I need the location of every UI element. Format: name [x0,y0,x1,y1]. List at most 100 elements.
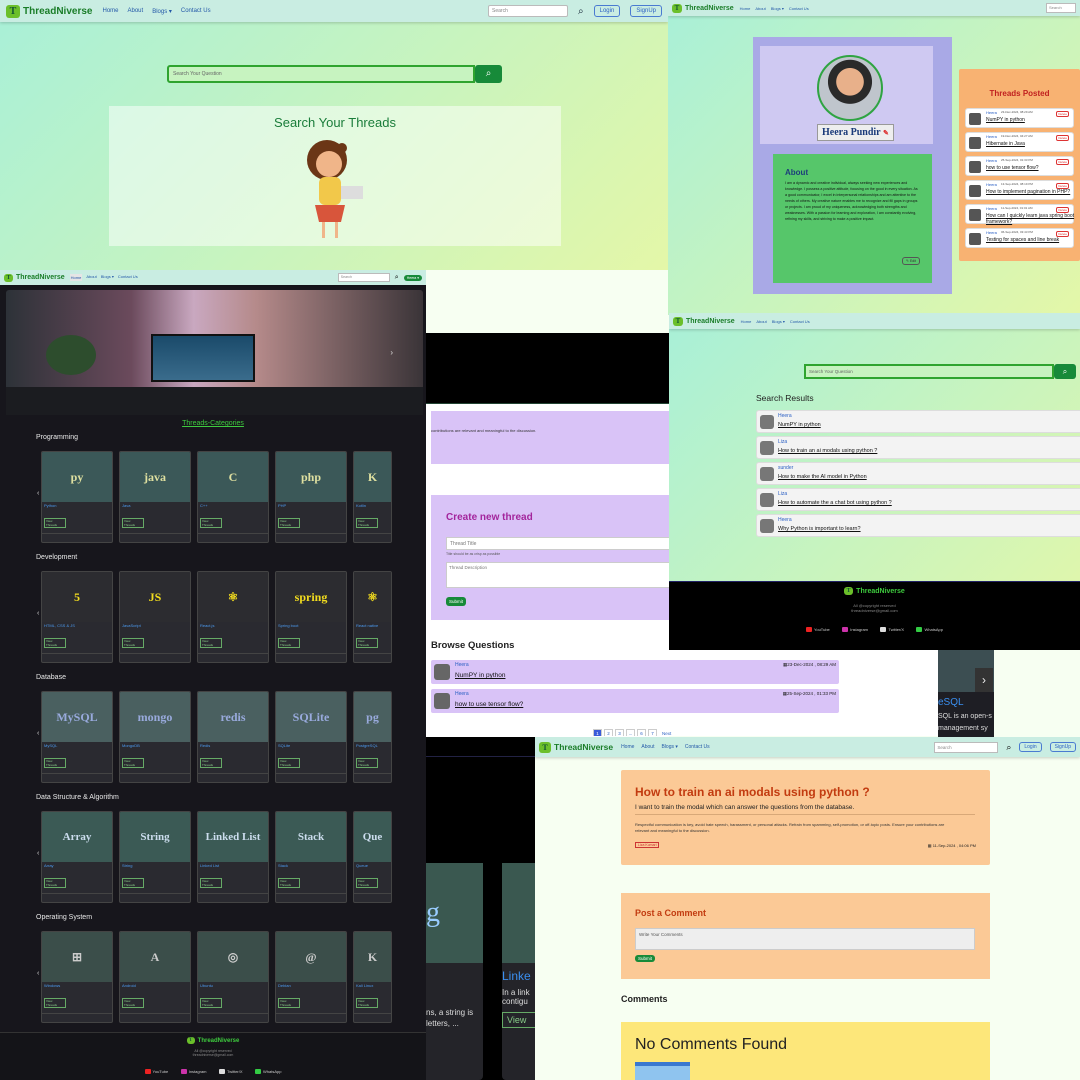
thread-link[interactable]: how to use tensor flow? [986,165,1076,171]
view-threads-button[interactable]: View Threads [278,998,300,1008]
category-card[interactable]: ⊞ Windows View Threads [41,931,113,1023]
nav-about[interactable]: About [128,8,144,15]
view-threads-button[interactable]: View Threads [44,998,66,1008]
nav-blogs[interactable]: Blogs ▾ [772,319,785,324]
result-link[interactable]: NumPY in python [778,422,821,428]
login-button[interactable]: Login [1019,742,1042,752]
carousel-prev-arrow[interactable]: ‹ [37,970,39,977]
thread-posted-item[interactable]: Heera 23-Dec-2024, 08:29 AM NumPY in pytho… [965,108,1074,128]
nav-contact[interactable]: Contact Us [118,274,138,281]
category-card[interactable]: mongo MongoDB View Threads [119,691,191,783]
category-card[interactable]: java Java View Threads [119,451,191,543]
search-result-row[interactable]: Heera Why Python is important to learn? [756,514,1080,537]
category-card[interactable]: Linked List Linked List View Threads [197,811,269,903]
category-card[interactable]: spring Spring boot View Threads [275,571,347,663]
category-card[interactable]: Array Array View Threads [41,811,113,903]
thread-link[interactable]: NumPY in python [986,117,1076,123]
search-icon[interactable]: ⌕ [395,274,399,282]
brand-logo[interactable]: T ThreadNiverse [6,4,92,18]
nav-home[interactable]: Home [69,274,83,281]
category-card[interactable]: Stack Stack View Threads [275,811,347,903]
twitter-link[interactable]: Twitter/X [218,1069,243,1074]
category-card[interactable]: K Kotlin View Threads [353,451,392,543]
thread-posted-item[interactable]: Heera 19-Dec-2024, 04:27 AM Hibernate in J… [965,132,1074,152]
whatsapp-link[interactable]: WhatsApp [916,627,943,632]
nav-search-input[interactable]: Search [1046,3,1076,13]
nav-contact[interactable]: Contact Us [685,744,710,750]
thread-link[interactable]: Hibernate in Java [986,141,1076,147]
category-card[interactable]: php PHP View Threads [275,451,347,543]
thread-description-input[interactable]: Thread Description [446,562,669,588]
submit-thread-button[interactable]: Submit [446,597,467,606]
page-link[interactable]: 2 [604,729,613,736]
view-threads-button[interactable]: View Threads [200,518,222,528]
category-card[interactable]: redis Redis View Threads [197,691,269,783]
user-menu[interactable]: Heera ▾ [403,274,422,281]
delete-button[interactable]: Delete [1056,207,1069,213]
view-threads-button[interactable]: View Threads [356,758,378,768]
view-threads-button[interactable]: View Threads [122,878,144,888]
thread-link[interactable]: How can I quickly learn java spring boot… [986,213,1076,225]
category-card[interactable]: K Kali Linux View Threads [353,931,392,1023]
nav-contact[interactable]: Contact Us [181,8,211,15]
thread-posted-item[interactable]: Heera 25-Sep-2024, 01:33 PM how to use ten… [965,156,1074,176]
category-card[interactable]: SQLite SQLite View Threads [275,691,347,783]
category-card[interactable]: ◎ Ubuntu View Threads [197,931,269,1023]
nav-blogs[interactable]: Blogs ▾ [661,744,677,750]
thread-link[interactable]: Testing for spaces and line break [986,237,1076,243]
instagram-link[interactable]: Instagram [180,1069,207,1074]
carousel-prev-arrow[interactable]: ‹ [37,730,39,737]
view-threads-button[interactable]: View Threads [122,518,144,528]
thread-title-input[interactable]: Thread Title [446,537,669,550]
nav-about[interactable]: About [755,6,765,11]
question-link[interactable]: NumPY in python [455,672,505,679]
view-threads-button[interactable]: View [502,1012,536,1028]
view-threads-button[interactable]: View Threads [356,638,378,648]
search-result-row[interactable]: Heera NumPY in python [756,410,1080,433]
whatsapp-link[interactable]: WhatsApp [254,1069,281,1074]
view-threads-button[interactable]: View Threads [278,518,300,528]
view-threads-button[interactable]: View Threads [278,638,300,648]
page-link[interactable]: 7 [648,729,657,736]
search-icon[interactable]: ⌕ [578,6,584,17]
delete-button[interactable]: Delete [1056,183,1069,189]
nav-search-input[interactable]: Search [934,741,999,753]
category-card[interactable]: ⚛ React native View Threads [353,571,392,663]
view-threads-button[interactable]: View Threads [356,518,378,528]
view-threads-button[interactable]: View Threads [200,638,222,648]
result-link[interactable]: Why Python is important to learn? [778,526,861,532]
result-link[interactable]: How to make the AI model in Python [778,474,867,480]
view-threads-button[interactable]: View Threads [278,878,300,888]
results-search-button[interactable]: ⌕ [1054,364,1076,379]
category-card[interactable]: @ Debian View Threads [275,931,347,1023]
submit-comment-button[interactable]: Submit [635,955,656,962]
search-result-row[interactable]: sunder How to make the AI model in Python [756,462,1080,485]
view-threads-button[interactable]: View Threads [44,878,66,888]
search-result-row[interactable]: Liza How to train an ai modals using pyth… [756,436,1080,459]
carousel-next-arrow[interactable]: › [390,348,393,357]
nav-contact[interactable]: Contact Us [789,6,809,11]
landing-search-input[interactable]: Search Your Question [167,65,475,83]
youtube-link[interactable]: YouTube [806,627,830,632]
nav-search-input[interactable]: Search [488,5,569,17]
page-link[interactable]: ... [626,729,635,736]
view-threads-button[interactable]: View Threads [122,998,144,1008]
landing-search-button[interactable]: ⌕ [475,65,502,83]
pencil-icon[interactable]: ✎ [883,129,889,137]
brand-logo[interactable]: T ThreadNiverse [539,741,613,753]
twitter-link[interactable]: Twitter/X [880,627,904,632]
thread-posted-item[interactable]: Heera 13-Sep-2024, 08:19 PM How to impleme… [965,180,1074,200]
carousel-prev-arrow[interactable]: ‹ [37,610,39,617]
youtube-link[interactable]: YouTube [144,1069,168,1074]
nav-home[interactable]: Home [621,744,634,750]
brand-logo[interactable]: T ThreadNiverse [4,273,65,282]
search-result-row[interactable]: Liza How to automate the a chat bot using… [756,488,1080,511]
instagram-link[interactable]: Instagram [842,627,868,632]
page-link[interactable]: 3 [615,729,624,736]
view-threads-button[interactable]: View Threads [356,878,378,888]
category-card[interactable]: ⚛ React.js View Threads [197,571,269,663]
view-threads-button[interactable]: View Threads [356,998,378,1008]
nav-home[interactable]: Home [102,8,118,15]
nav-blogs[interactable]: Blogs ▾ [152,8,172,15]
category-card[interactable]: JS JavaScript View Threads [119,571,191,663]
